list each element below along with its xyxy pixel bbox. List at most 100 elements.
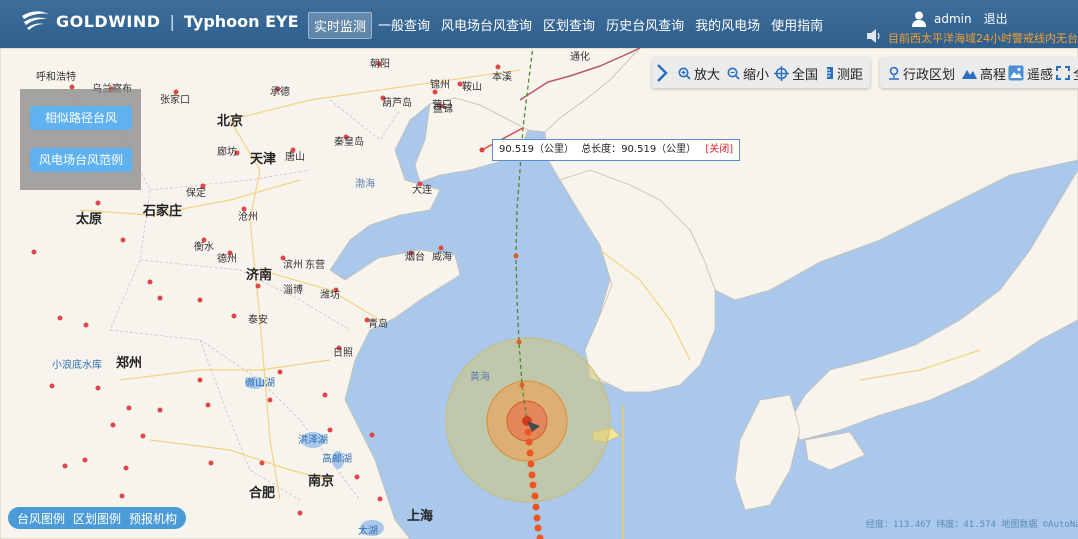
lake-label: 高邮湖 bbox=[322, 452, 352, 465]
city-label: 滨州 bbox=[283, 258, 303, 271]
collapse-toolbar-icon[interactable] bbox=[656, 63, 668, 83]
measure-total-label: 总长度： bbox=[581, 144, 622, 155]
map-source: 地图数据 ©AutoNavi bbox=[1001, 520, 1078, 530]
city-label: 合肥 bbox=[249, 485, 275, 501]
full-extent-button[interactable]: 全国 bbox=[774, 64, 819, 83]
city-label: 潍坊 bbox=[320, 288, 340, 301]
sea-label: 渤海 bbox=[355, 177, 375, 190]
city-label: 日照 bbox=[333, 347, 353, 359]
lake-label: 太湖 bbox=[358, 524, 378, 537]
map-pin-icon bbox=[889, 66, 899, 80]
elevation-label: 高程 bbox=[980, 67, 1007, 83]
city-label: 沧州 bbox=[238, 210, 258, 223]
forecast-agency-button[interactable]: 预报机构 bbox=[125, 510, 181, 527]
city-label: 营口 bbox=[432, 98, 452, 111]
elevation-button[interactable]: 高程 bbox=[962, 64, 1007, 83]
city-label: 锦州 bbox=[430, 78, 450, 91]
admin-regions-label: 行政区划 bbox=[903, 67, 956, 83]
city-label: 上海 bbox=[407, 508, 433, 524]
city-label: 衡水 bbox=[194, 241, 214, 253]
remote-sensing-button[interactable]: 遥感 bbox=[1008, 64, 1054, 83]
nav-history-query[interactable]: 历史台风查询 bbox=[601, 12, 689, 39]
fullscreen-button[interactable]: 全 bbox=[1056, 64, 1078, 83]
nav-region-query[interactable]: 区划查询 bbox=[538, 12, 600, 39]
map-toolbar: 放大 缩小 全国 测距 bbox=[652, 58, 870, 88]
city-label: 唐山 bbox=[285, 150, 305, 163]
remote-sensing-label: 遥感 bbox=[1027, 67, 1054, 83]
nav-general-query[interactable]: 一般查询 bbox=[373, 12, 435, 39]
zoom-out-button[interactable]: 缩小 bbox=[727, 64, 770, 83]
similar-track-button[interactable]: 相似路径台风 bbox=[30, 106, 132, 130]
zoom-in-button[interactable]: 放大 bbox=[678, 64, 721, 83]
city-label: 淄博 bbox=[283, 283, 303, 296]
brand-name: GOLDWIND bbox=[56, 11, 161, 31]
measure-total-value: 90.519（公里） bbox=[621, 144, 697, 155]
nav-my-farms[interactable]: 我的风电场 bbox=[690, 12, 765, 39]
nav-farm-typhoon-query[interactable]: 风电场台风查询 bbox=[436, 12, 537, 39]
city-label: 保定 bbox=[186, 186, 206, 199]
zoom-out-icon bbox=[727, 67, 740, 80]
username: admin bbox=[934, 11, 972, 26]
full-extent-label: 全国 bbox=[792, 67, 819, 83]
nav-user-guide[interactable]: 使用指南 bbox=[766, 12, 828, 39]
zoom-out-label: 缩小 bbox=[743, 67, 770, 83]
region-legend-button[interactable]: 区划图例 bbox=[69, 510, 125, 527]
city-label: 本溪 bbox=[492, 70, 512, 83]
city-label: 呼和浩特 bbox=[36, 71, 76, 83]
city-label: 天津 bbox=[250, 151, 276, 167]
sea-label: 黄海 bbox=[470, 370, 490, 383]
measure-button[interactable]: 测距 bbox=[826, 64, 864, 83]
fullscreen-label: 全 bbox=[1073, 64, 1078, 83]
city-label: 太原 bbox=[75, 211, 102, 227]
goldwind-logo-icon bbox=[22, 11, 49, 30]
left-panel: 相似路径台风 风电场台风范例 bbox=[20, 89, 141, 190]
track-point bbox=[519, 382, 525, 388]
city-label: 廊坊 bbox=[217, 145, 237, 158]
crosshair-icon bbox=[774, 65, 789, 81]
city-label: 通化 bbox=[570, 50, 590, 63]
lon-label: 经度： bbox=[866, 520, 894, 530]
product-name: Typhoon EYE bbox=[183, 11, 299, 31]
city-label: 张家口 bbox=[160, 93, 190, 106]
lake-label: 微山湖 bbox=[245, 376, 275, 389]
farm-examples-button[interactable]: 风电场台风范例 bbox=[30, 148, 132, 172]
alert-text: 目前西太平洋海域24小时警戒线内无台风 bbox=[888, 32, 1078, 45]
layer-toolbar: 行政区划 高程 遥感 全 bbox=[880, 58, 1078, 88]
mountain-icon bbox=[962, 70, 977, 79]
city-label: 大连 bbox=[412, 183, 432, 196]
lake-label: 洪泽湖 bbox=[298, 434, 328, 446]
user-icon bbox=[912, 11, 926, 27]
city-label: 承德 bbox=[270, 85, 290, 98]
city-label: 南京 bbox=[308, 473, 334, 489]
measure-label: 测距 bbox=[837, 67, 864, 83]
satellite-image-icon bbox=[1008, 65, 1024, 81]
city-label: 青岛 bbox=[368, 317, 388, 330]
nav-realtime[interactable]: 实时监测 bbox=[308, 12, 373, 39]
measure-start bbox=[479, 147, 485, 153]
track-point bbox=[516, 339, 522, 345]
lat-value: 41.574 bbox=[963, 520, 996, 530]
city-label: 济南 bbox=[246, 267, 272, 283]
city-label: 鞍山 bbox=[462, 80, 482, 93]
zoom-in-label: 放大 bbox=[694, 67, 721, 83]
speaker-icon bbox=[867, 29, 880, 43]
track-point bbox=[513, 253, 519, 259]
ruler-icon bbox=[827, 67, 833, 79]
logo[interactable]: GOLDWIND | Typhoon EYE bbox=[20, 10, 299, 32]
admin-regions-button[interactable]: 行政区划 bbox=[888, 64, 956, 83]
measure-popup: 90.519（公里） 总长度：90.519（公里） [关闭] bbox=[492, 139, 741, 161]
city-label: 烟台 bbox=[405, 250, 425, 263]
logo-separator: | bbox=[169, 11, 175, 31]
fullscreen-icon bbox=[1056, 66, 1070, 80]
lat-label: 纬度： bbox=[936, 520, 964, 530]
main-nav: 实时监测 一般查询 风电场台风查询 区划查询 历史台风查询 我的风电场 使用指南 bbox=[308, 12, 829, 39]
measure-close-button[interactable]: [关闭] bbox=[705, 144, 733, 155]
lake-label: 小浪底水库 bbox=[52, 358, 102, 371]
user-area: admin 退出 bbox=[912, 10, 1008, 27]
city-label: 秦皇岛 bbox=[334, 135, 364, 148]
legend-bar: 台风图例 区划图例 预报机构 bbox=[8, 507, 187, 529]
logout-link[interactable]: 退出 bbox=[984, 10, 1008, 27]
typhoon-legend-button[interactable]: 台风图例 bbox=[13, 510, 69, 527]
coordinate-readout: 经度：113.467 纬度：41.574 地图数据 ©AutoNavi bbox=[866, 517, 1078, 530]
city-label: 朝阳 bbox=[370, 58, 390, 70]
